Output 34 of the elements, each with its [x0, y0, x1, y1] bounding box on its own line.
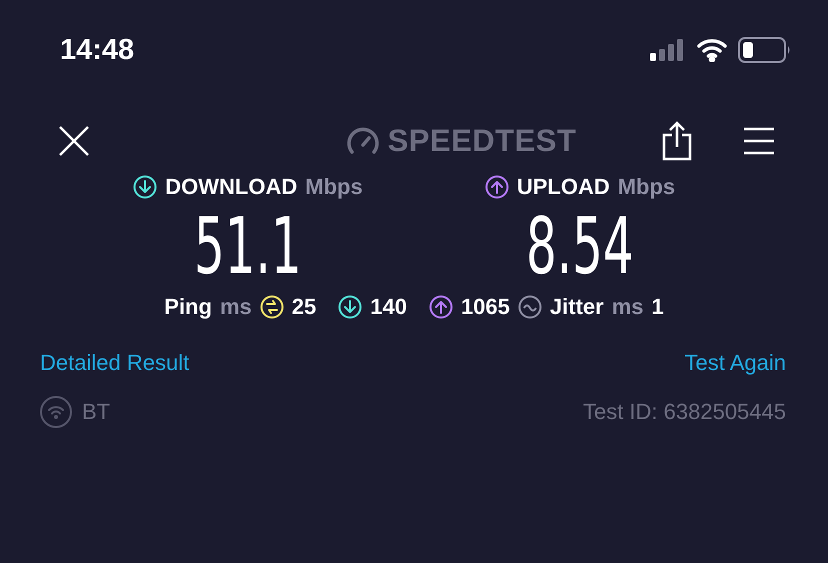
app-logo: SPEEDTEST [388, 123, 576, 159]
signal-icon [650, 39, 686, 61]
result-link[interactable]: Test Again [684, 350, 786, 376]
metric-label: DOWNLOAD [165, 174, 298, 200]
ping-label: Ping [164, 294, 212, 320]
metric-value: 8.54 [526, 204, 634, 290]
ping-value: 140 [370, 294, 407, 320]
upload-icon [428, 295, 453, 319]
battery-icon [738, 37, 792, 63]
download-icon [338, 295, 362, 319]
status-time: 14:48 [60, 34, 134, 66]
share-button[interactable] [662, 121, 692, 161]
metric-label: UPLOAD [516, 174, 610, 200]
ping-value: 25 [292, 294, 316, 320]
jitter-icon [518, 295, 542, 319]
jitter-label: Jitter [550, 294, 604, 320]
result-link[interactable]: Detailed Result [40, 350, 190, 376]
idle-icon [260, 295, 284, 319]
jitter-value: 1 [651, 294, 664, 320]
jitter-unit: ms [612, 294, 644, 320]
close-button[interactable] [58, 125, 90, 157]
wifi-icon [696, 38, 728, 62]
provider-name: BT [82, 399, 110, 425]
download-icon [133, 175, 158, 199]
menu-button[interactable] [744, 127, 774, 155]
gauge-icon [346, 127, 380, 155]
wifi-icon [40, 396, 72, 428]
metric-value: 51.1 [194, 204, 302, 290]
ping-unit: ms [220, 294, 252, 320]
upload-icon [484, 175, 509, 199]
ping-value: 1065 [460, 294, 510, 320]
metric-unit: Mbps [305, 174, 363, 200]
test-id: Test ID: 6382505445 [582, 399, 786, 425]
metric-unit: Mbps [618, 174, 676, 200]
